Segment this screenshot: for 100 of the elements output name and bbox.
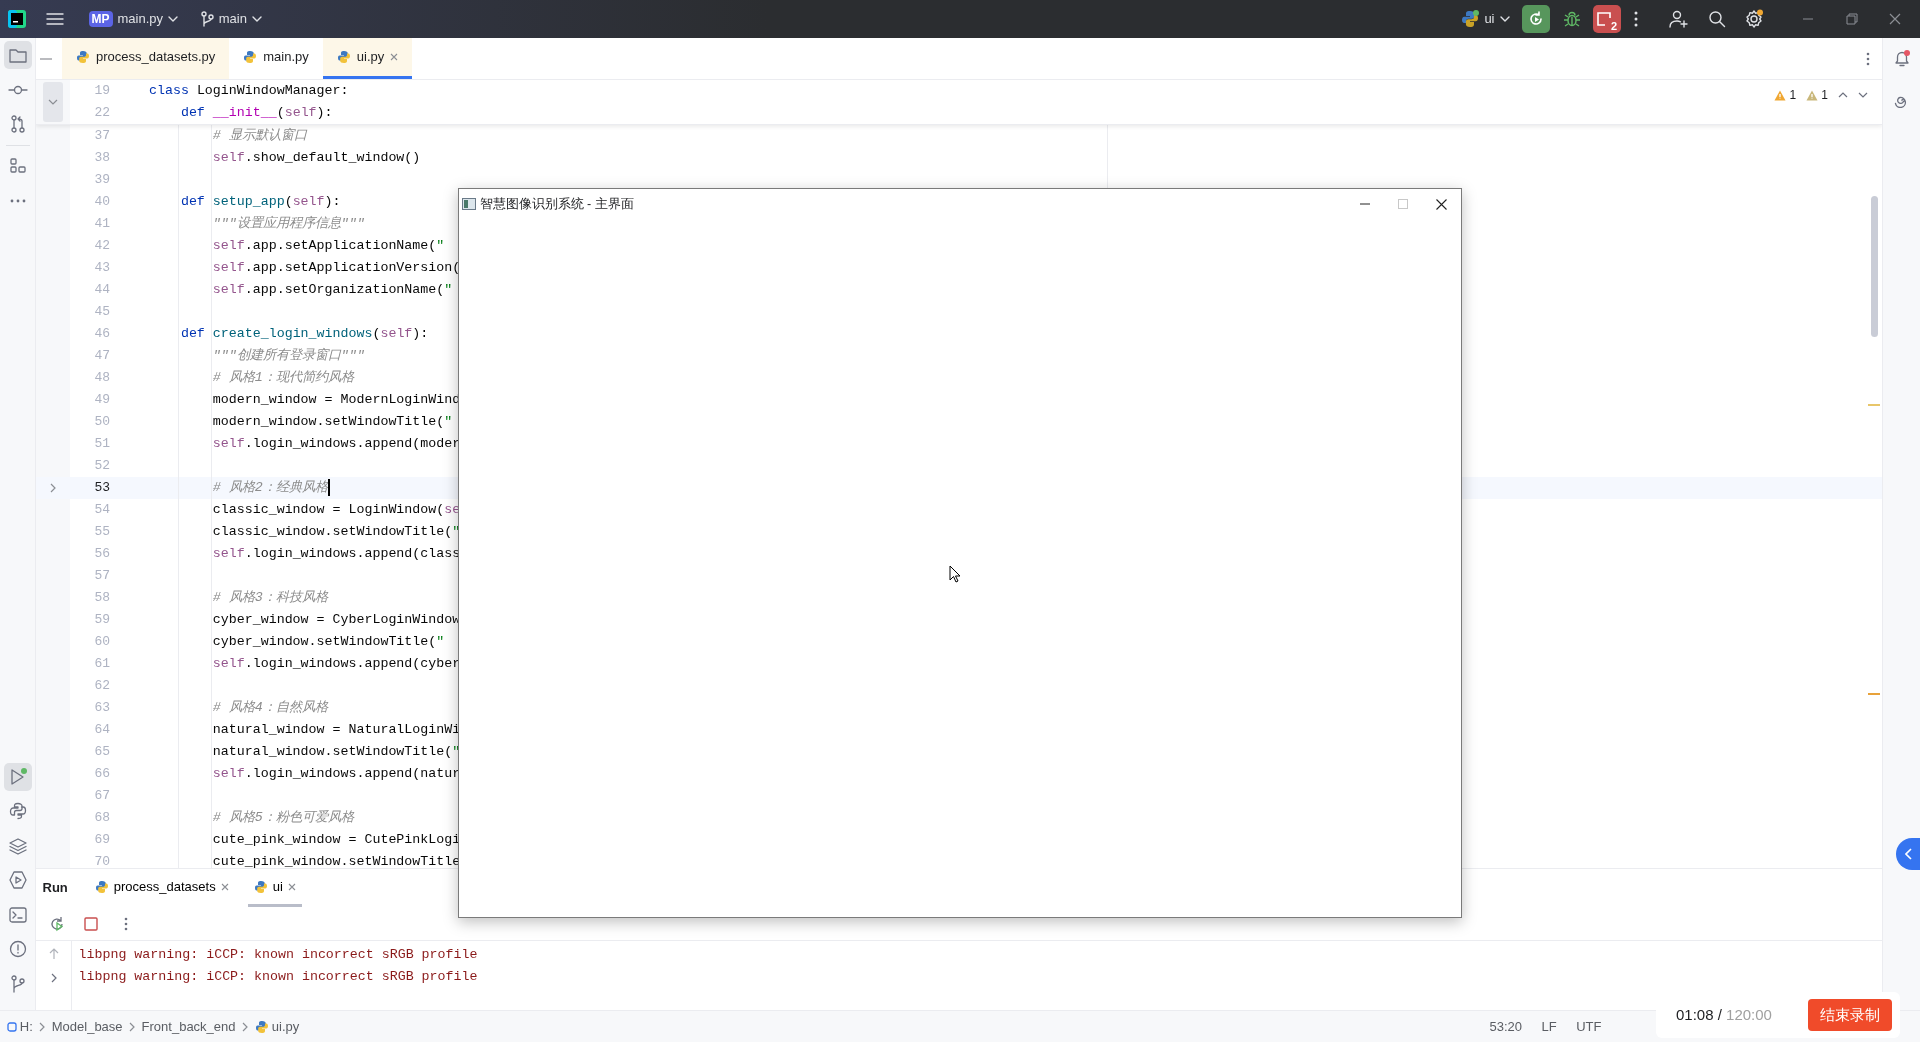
run-tab[interactable]: ui	[247, 869, 302, 907]
line-number: 67	[93, 787, 110, 806]
console-output-line: libpng warning: iCCP: known incorrect sRGB profile	[78, 968, 478, 987]
chevron-down-icon	[48, 99, 58, 105]
line-number: 42	[93, 237, 110, 256]
editor-tab[interactable]: process_datasets.py	[62, 38, 230, 79]
more-vertical-icon	[1865, 51, 1870, 66]
line-number: 54	[93, 501, 110, 520]
arrow-up-icon[interactable]	[48, 947, 59, 960]
python-icon	[8, 802, 27, 820]
commit-icon	[7, 84, 28, 95]
project-button[interactable]: MP main.py	[82, 5, 185, 33]
branch-button[interactable]: main	[193, 5, 268, 33]
line-number: 66	[93, 765, 110, 784]
scrollbar-thumb[interactable]	[1871, 196, 1878, 337]
line-number: 43	[93, 259, 110, 278]
line-number: 64	[93, 721, 110, 740]
code-line: modern_window.setWindowTitle("	[212, 413, 453, 431]
restore-icon	[1845, 13, 1858, 25]
stop-icon	[84, 916, 98, 931]
code-line: # 显示默认窗口	[212, 127, 307, 145]
rerun-button[interactable]	[1522, 5, 1550, 33]
chevron-up-icon[interactable]	[1838, 92, 1848, 98]
line-number: 53	[93, 479, 110, 498]
close-icon[interactable]	[390, 53, 399, 61]
warning-circle-icon	[8, 940, 27, 958]
more-vertical-icon	[1633, 11, 1638, 27]
line-number: 41	[93, 215, 110, 234]
python-icon	[253, 879, 268, 894]
code-line: self.login_windows.append(natur	[212, 765, 461, 783]
breadcrumb-item[interactable]: H:	[6, 1016, 33, 1037]
chevron-right-icon[interactable]	[50, 483, 56, 493]
code-line: def setup_app(self):	[180, 193, 341, 211]
code-line: self.login_windows.append(moder	[212, 435, 461, 453]
rerun-icon	[48, 915, 65, 932]
recording-timer: 01:08 / 120:00	[1676, 1004, 1772, 1025]
console-output-line: libpng warning: iCCP: known incorrect sRGB profile	[78, 946, 478, 965]
app-logo[interactable]	[6, 9, 27, 29]
chevron-right-icon[interactable]	[50, 972, 57, 983]
line-number: 61	[93, 655, 110, 674]
chevron-down-icon	[1499, 16, 1510, 22]
line-number: 58	[93, 589, 110, 608]
run-config-button[interactable]: ui	[1455, 5, 1516, 33]
line-number: 45	[93, 303, 110, 322]
python-icon	[254, 1019, 269, 1034]
cursor-position[interactable]: 53:20	[1489, 1016, 1523, 1037]
code-line: cyber_window = CyberLoginWindow	[212, 611, 461, 629]
stop-icon	[1596, 12, 1611, 26]
line-number: 46	[93, 325, 110, 344]
text-caret	[327, 479, 330, 496]
line-number: 56	[93, 545, 110, 564]
minimize-icon	[40, 57, 52, 60]
line-number: 68	[93, 809, 110, 828]
scrollbar-marker	[1868, 693, 1880, 695]
chevron-right-icon	[39, 1021, 46, 1032]
line-number: 57	[93, 567, 110, 586]
editor-tab[interactable]: ui.py	[322, 38, 413, 79]
inspection-count[interactable]: 1	[1806, 86, 1828, 104]
line-number: 37	[93, 127, 110, 146]
close-icon	[1436, 198, 1447, 210]
mouse-pointer-icon	[949, 565, 961, 583]
chevron-right-icon	[129, 1021, 136, 1032]
line-number: 39	[93, 171, 110, 190]
folder-icon	[8, 47, 27, 64]
run-tool-button[interactable]	[3, 762, 32, 791]
line-number: 55	[93, 523, 110, 542]
structure-icon	[9, 158, 26, 175]
chevron-down-icon[interactable]	[1858, 92, 1868, 98]
project-button[interactable]	[3, 41, 32, 70]
code-line: self.app.setApplicationVersion(	[212, 259, 461, 277]
inspection-count[interactable]: 1	[1774, 86, 1797, 104]
breadcrumb-item[interactable]: Front_back_end	[141, 1016, 236, 1037]
python-icon	[336, 50, 351, 64]
code-line: """创建所有登录窗口"""	[212, 347, 365, 365]
branch-icon	[199, 11, 214, 27]
breadcrumb-item[interactable]: Model_base	[51, 1016, 123, 1037]
code-line: def create_login_windows(self):	[180, 325, 429, 343]
code-line: self.login_windows.append(class	[212, 545, 461, 563]
code-line: # 风格5：粉色可爱风格	[212, 809, 354, 827]
warning-icon	[1806, 89, 1819, 101]
line-number: 52	[93, 457, 110, 476]
code-line: class LoginWindowManager:	[149, 82, 349, 100]
stop-button[interactable]: 2	[1593, 5, 1621, 33]
line-ending[interactable]: LF	[1541, 1016, 1557, 1037]
code-line: self.show_default_window()	[212, 149, 421, 167]
code-line: # 风格4：自然风格	[212, 699, 328, 717]
code-line: """设置应用程序信息"""	[212, 215, 365, 233]
python-icon	[1461, 10, 1480, 28]
window-icon	[462, 198, 477, 210]
run-tab[interactable]: process_datasets	[88, 869, 235, 907]
breadcrumb-item[interactable]: ui.py	[254, 1016, 300, 1037]
line-number: 22	[93, 104, 110, 123]
chevron-left-icon	[1904, 848, 1912, 860]
line-number: 50	[93, 413, 110, 432]
more-horizontal-icon	[9, 198, 26, 203]
stop-recording-button[interactable]: 结束录制	[1808, 998, 1892, 1032]
close-icon	[287, 882, 296, 891]
file-encoding[interactable]: UTF	[1576, 1016, 1602, 1037]
code-line: cute_pink_window = CutePinkLogi	[212, 831, 461, 849]
close-icon	[1889, 13, 1901, 25]
